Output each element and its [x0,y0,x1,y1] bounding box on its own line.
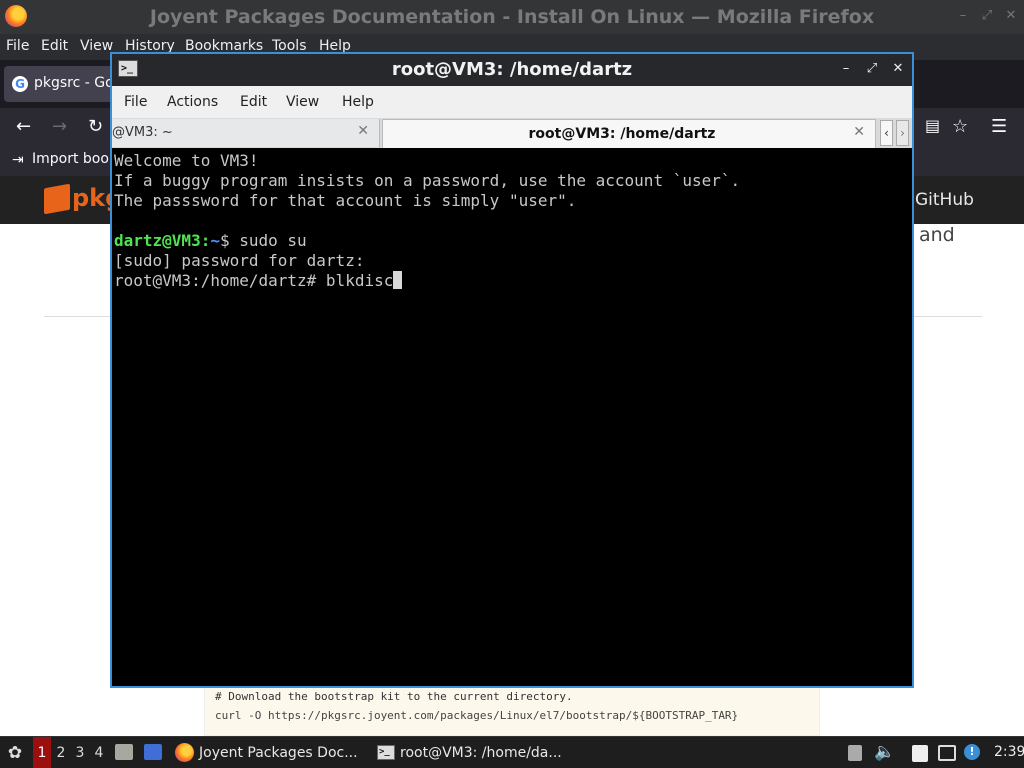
firefox-titlebar: Joyent Packages Documentation - Install … [0,0,1024,34]
code-block: # Download the bootstrap kit to the curr… [204,684,820,736]
minimize-icon[interactable]: – [840,61,852,77]
terminal-output[interactable]: Welcome to VM3! If a buggy program insis… [112,148,912,686]
clipboard-icon[interactable] [912,745,928,762]
file-manager-icon[interactable] [115,744,133,760]
terminal-window-title: root@VM3: /home/dartz [391,59,633,80]
import-icon: ⇥ [12,152,24,168]
terminal-icon: >_ [377,745,395,760]
hamburger-menu-icon[interactable]: ☰ [991,116,1007,137]
terminal-input-line: root@VM3:/home/dartz# blkdisc [114,271,910,291]
terminal-line: Welcome to VM3! [114,151,259,170]
maximize-icon[interactable]: ⤢ [866,61,878,77]
menu-file[interactable]: File [6,38,29,54]
code-line: curl -O https://pkgsrc.joyent.com/packag… [215,709,739,722]
workspace-2[interactable]: 2 [52,737,70,768]
bookmark-star-icon[interactable]: ☆ [952,116,968,137]
firefox-window-controls: – ⤢ ✕ [956,8,1018,24]
pkgsrc-logo-icon [44,183,70,215]
import-bookmarks-link[interactable]: Import book [32,151,117,167]
menu-edit[interactable]: Edit [240,94,267,110]
terminal-tab[interactable]: @VM3: ~ ✕ [112,119,380,147]
code-line: # Download the bootstrap kit to the curr… [215,690,573,703]
close-icon[interactable]: ✕ [1004,8,1018,24]
notification-icon[interactable]: ! [964,744,980,760]
page-text-fragment: and [919,224,955,246]
prompt-user: dartz@VM3 [114,231,201,250]
volume-icon[interactable]: 🔈 [874,742,895,762]
menu-actions[interactable]: Actions [167,94,218,110]
tab-close-icon[interactable]: ✕ [357,123,369,139]
terminal-window-controls: – ⤢ ✕ [840,61,904,77]
terminal-line: The passsword for that account is simply… [114,191,577,210]
menu-help[interactable]: Help [342,94,374,110]
terminal-line: If a buggy program insists on a password… [114,171,741,190]
prompt-path: ~ [210,231,220,250]
reader-view-icon[interactable]: ▤ [925,116,940,135]
forward-icon[interactable]: → [52,116,67,137]
firefox-icon [175,743,194,762]
start-menu-icon[interactable]: ✿ [4,742,26,764]
network-icon[interactable] [938,745,956,761]
terminal-line: [sudo] password for dartz: [114,251,365,270]
prompt-command: $ sudo su [219,231,307,250]
tab-close-icon[interactable]: ✕ [853,124,865,140]
reload-icon[interactable]: ↻ [88,116,103,137]
terminal-tab-active[interactable]: root@VM3: /home/dartz ✕ [382,119,876,148]
close-icon[interactable]: ✕ [892,61,904,77]
clock[interactable]: 2:39 [994,744,1024,760]
firefox-window-title: Joyent Packages Documentation - Install … [149,6,875,28]
tray-eject-icon[interactable] [848,745,862,761]
minimize-icon[interactable]: – [956,8,970,24]
menu-view[interactable]: View [286,94,319,110]
terminal-tab-label: @VM3: ~ [112,125,173,140]
workspace-1[interactable]: 1 [33,737,51,768]
menu-edit[interactable]: Edit [41,38,68,54]
terminal-titlebar: >_ root@VM3: /home/dartz – ⤢ ✕ [112,54,912,86]
taskbar-item-label: Joyent Packages Doc... [199,745,358,761]
menu-file[interactable]: File [124,94,147,110]
workspace-4[interactable]: 4 [90,737,108,768]
taskbar: ✿ 1 2 3 4 Joyent Packages Doc... >_ root… [0,736,1024,768]
taskbar-item-label: root@VM3: /home/da... [400,745,562,761]
taskbar-item-terminal[interactable]: >_ root@VM3: /home/da... [372,737,572,768]
prompt-separator: : [200,231,211,250]
github-link[interactable]: GitHub [915,190,974,210]
taskbar-item-firefox[interactable]: Joyent Packages Doc... [170,737,366,768]
menu-view[interactable]: View [80,38,113,54]
text-cursor [393,271,403,289]
terminal-window: >_ root@VM3: /home/dartz – ⤢ ✕ File Acti… [110,52,914,688]
terminal-prompt-line: dartz@VM3:~$ sudo su [114,231,910,251]
current-command: root@VM3:/home/dartz# blkdisc [114,271,394,290]
google-icon: G [12,76,28,92]
terminal-menubar: File Actions Edit View Help [112,86,912,118]
back-icon[interactable]: ← [16,116,31,137]
terminal-tabbar: @VM3: ~ ✕ root@VM3: /home/dartz ✕ ‹ › [112,118,912,148]
maximize-icon[interactable]: ⤢ [980,8,994,24]
tab-scroll-right-icon[interactable]: › [896,120,909,146]
terminal-tab-label: root@VM3: /home/dartz [528,126,716,142]
show-desktop-icon[interactable] [144,744,162,760]
workspace-3[interactable]: 3 [71,737,89,768]
tab-scroll-left-icon[interactable]: ‹ [880,120,893,146]
